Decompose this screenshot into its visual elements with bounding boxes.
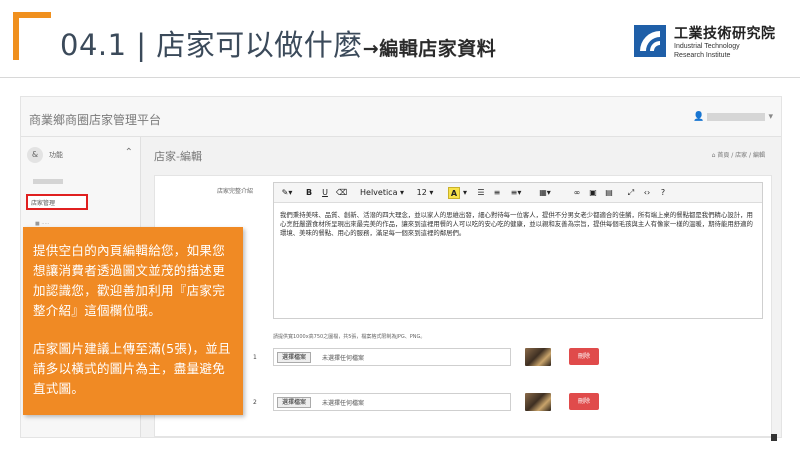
home-icon: ⌂: [711, 152, 716, 159]
rich-text-editor[interactable]: ✎▾ B U ⌫ Helvetica ▾ 12 ▾ A ▾ ☰ ≡ ≡▾ ▦▾ …: [273, 182, 763, 319]
image-thumbnail: [525, 348, 551, 366]
chevron-down-icon[interactable]: ▾: [462, 187, 468, 199]
redacted-sidebar-item: [33, 179, 63, 184]
page-title: 店家-編輯: [154, 150, 202, 163]
app-topbar: 商業鄉商圈店家管理平台 👤 ▾: [21, 97, 781, 137]
table-icon[interactable]: ▦▾: [536, 187, 554, 199]
user-menu[interactable]: 👤 ▾: [693, 112, 773, 122]
function-icon: &: [27, 147, 43, 163]
link-icon[interactable]: ∞: [572, 187, 582, 199]
sidebar-func-toggle[interactable]: & 功能 ⌃: [27, 145, 135, 165]
text-color-icon[interactable]: A: [448, 187, 460, 199]
org-name-en-line1: Industrial Technology: [674, 43, 740, 50]
sidebar-item-label: 店家管理: [31, 200, 56, 207]
slide-title: 04.1 | 店家可以做什麼→編輯店家資料: [60, 22, 496, 64]
org-name-en: Industrial Technology Research Institute: [674, 42, 764, 60]
org-name: 工業技術研究院: [674, 26, 776, 42]
edit-form-panel: 店家完整介紹 ✎▾ B U ⌫ Helvetica ▾ 12 ▾ A ▾ ☰ ≡…: [154, 175, 772, 437]
fullscreen-icon[interactable]: ⤢: [626, 187, 636, 199]
file-input-1[interactable]: 選擇檔案 未選擇任何檔案: [273, 348, 511, 366]
bold-button[interactable]: B: [304, 187, 314, 199]
upload-row-number: 2: [253, 399, 257, 406]
callout-paragraph-1: 提供空白的內頁編輯給您，如果您想讓消費者透過圖文並茂的描述更加認識您，歡迎善加利…: [33, 243, 226, 318]
orange-bracket-decoration: [13, 12, 51, 60]
code-view-icon[interactable]: ‹›: [642, 187, 652, 199]
editor-content[interactable]: 我們秉持美味、品質、創新、活潑的四大理念，並以家人的思維出發，細心對待每一位客人…: [280, 211, 758, 239]
eraser-icon[interactable]: ⌫: [336, 187, 347, 199]
image-thumbnail: [525, 393, 551, 411]
description-field-label: 店家完整介紹: [217, 188, 254, 195]
font-family-value: Helvetica: [360, 188, 398, 197]
callout-paragraph-2: 店家圖片建議上傳至滿(5張)，並且請多以橫式的圖片為主，盡量避免直式圖。: [33, 341, 231, 396]
sidebar-func-label: 功能: [49, 151, 63, 159]
file-input-2[interactable]: 選擇檔案 未選擇任何檔案: [273, 393, 511, 411]
editor-toolbar: ✎▾ B U ⌫ Helvetica ▾ 12 ▾ A ▾ ☰ ≡ ≡▾ ▦▾ …: [274, 183, 762, 203]
tip-callout: 提供空白的內頁編輯給您，如果您想讓消費者透過圖文並茂的描述更加認識您，歡迎善加利…: [23, 227, 243, 415]
header-divider: [0, 77, 800, 78]
chevron-down-icon: ▾: [768, 112, 773, 122]
underline-button[interactable]: U: [320, 187, 330, 199]
page-marker: [771, 434, 777, 441]
delete-button[interactable]: 刪除: [569, 348, 599, 365]
help-icon[interactable]: ?: [658, 187, 668, 199]
upload-row-number: 1: [253, 354, 257, 361]
slide-title-main: 04.1 | 店家可以做什麼: [60, 28, 363, 62]
file-status: 未選擇任何檔案: [322, 355, 365, 362]
file-status: 未選擇任何檔案: [322, 400, 365, 407]
content-header: 店家-編輯 ⌂ 首頁 / 店家 / 編輯: [142, 137, 781, 171]
font-size-select[interactable]: 12 ▾: [414, 187, 436, 199]
choose-file-button[interactable]: 選擇檔案: [277, 352, 312, 363]
chevron-up-icon: ⌃: [124, 147, 133, 158]
video-icon[interactable]: ▤: [604, 187, 614, 199]
user-icon: 👤: [693, 112, 705, 122]
app-title: 商業鄉商圈店家管理平台: [29, 113, 162, 127]
itri-logo-icon: [634, 25, 666, 57]
choose-file-button[interactable]: 選擇檔案: [277, 397, 312, 408]
delete-button[interactable]: 刪除: [569, 393, 599, 410]
font-size-value: 12: [416, 188, 427, 197]
font-family-select[interactable]: Helvetica ▾: [360, 187, 404, 199]
paragraph-align-icon[interactable]: ≡▾: [508, 187, 524, 199]
upload-instruction: 請提供寬1000x高750之圖檔，共5張，檔案格式限制為JPG、PNG。: [273, 334, 426, 340]
org-logo-block: 工業技術研究院 Industrial Technology Research I…: [634, 23, 784, 65]
slide-title-sub: →編輯店家資料: [362, 38, 497, 60]
redacted-username: [707, 112, 766, 121]
org-name-en-line2: Research Institute: [674, 52, 731, 59]
breadcrumb-text[interactable]: 首頁 / 店家 / 編輯: [717, 152, 765, 159]
breadcrumb: ⌂ 首頁 / 店家 / 編輯: [712, 150, 765, 159]
image-icon[interactable]: ▣: [588, 187, 598, 199]
magic-wand-icon[interactable]: ✎▾: [280, 187, 294, 199]
ordered-list-icon[interactable]: ≡: [492, 187, 502, 199]
unordered-list-icon[interactable]: ☰: [476, 187, 486, 199]
sidebar-item-store-management[interactable]: 店家管理: [26, 194, 88, 210]
